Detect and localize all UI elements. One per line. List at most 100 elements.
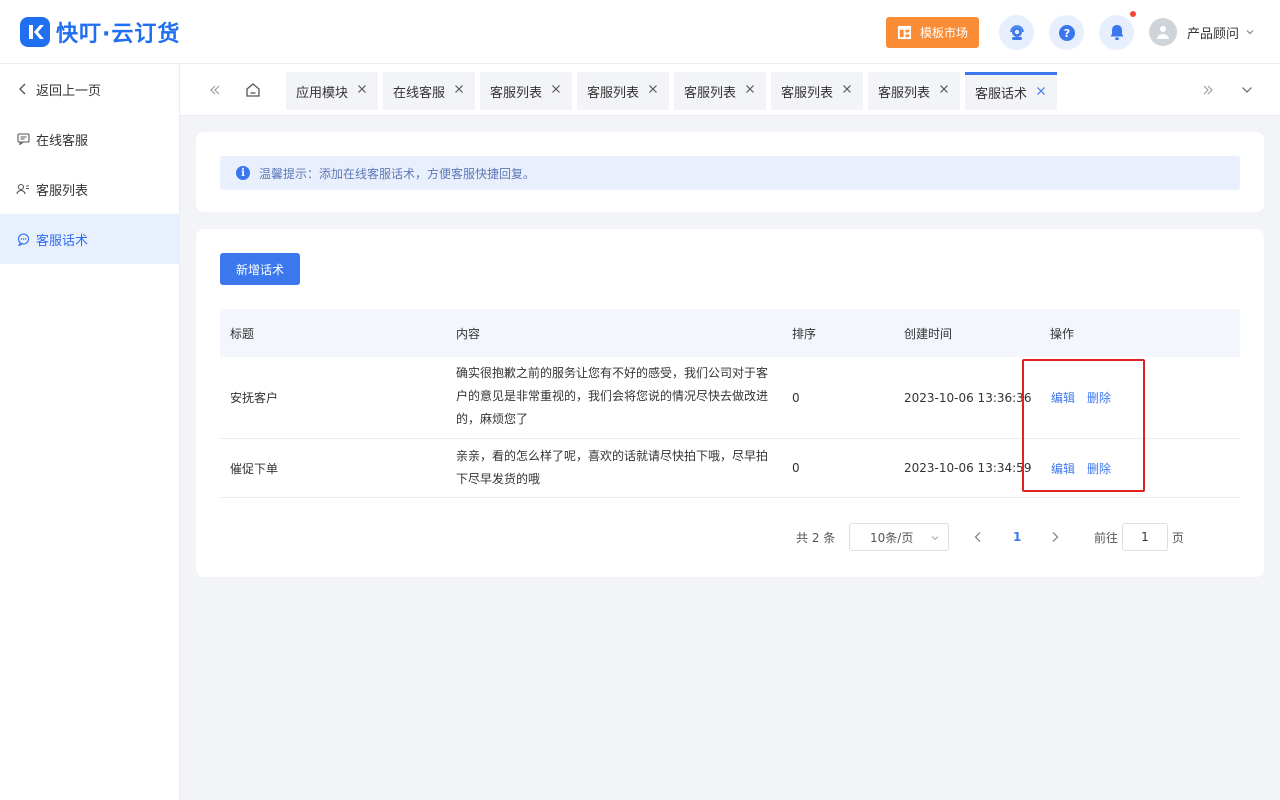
tab-label: 客服话术 [975, 87, 1028, 102]
chevron-down-icon[interactable] [1237, 80, 1257, 100]
sidebar: 返回上一页 在线客服 客服列表 客服话术 [0, 64, 180, 800]
row-created: 2023-10-06 13:34:59 [904, 461, 1032, 475]
tab-label: 客服列表 [490, 85, 543, 101]
tab-service-list[interactable]: 客服列表 [674, 72, 766, 110]
add-script-button[interactable]: 新增话术 [220, 253, 300, 285]
logo-mark-icon [20, 17, 50, 47]
bell-icon [1110, 25, 1123, 40]
tab-label: 客服列表 [587, 85, 640, 101]
double-chevron-right-icon[interactable] [1198, 80, 1218, 100]
tab-service-list[interactable]: 客服列表 [771, 72, 863, 110]
column-header-content: 内容 [456, 326, 481, 341]
tab-service-scripts[interactable]: 客服话术 [965, 72, 1057, 110]
page-suffix: 页 [1172, 530, 1185, 545]
logo-text: 快叮·云订货 [56, 22, 181, 47]
tip-card: i 温馨提示：添加在线客服话术，方便客服快捷回复。 [196, 132, 1264, 212]
tab-label: 客服列表 [878, 85, 931, 101]
actions-highlight-box [1022, 359, 1145, 492]
message-icon [16, 232, 30, 246]
row-content: 亲亲，看的怎么样了呢，喜欢的话就请尽快拍下哦，尽早拍 下尽早发货的哦 [456, 445, 778, 491]
sidebar-item-service-scripts[interactable]: 客服话术 [0, 214, 179, 264]
chevron-left-icon [970, 529, 986, 545]
row-title: 安抚客户 [230, 391, 279, 405]
tab-service-list[interactable]: 客服列表 [868, 72, 960, 110]
close-icon[interactable] [939, 84, 949, 94]
close-icon[interactable] [454, 84, 464, 94]
close-icon[interactable] [842, 84, 852, 94]
sidebar-item-online-service[interactable]: 在线客服 [0, 114, 179, 164]
row-sort: 0 [792, 390, 800, 405]
content-line: 的，麻烦您了 [456, 412, 529, 426]
template-icon [897, 25, 912, 40]
tab-label: 应用模块 [296, 85, 349, 101]
tab-app-modules[interactable]: 应用模块 [286, 72, 378, 110]
tab-label: 客服列表 [781, 85, 834, 101]
row-created: 2023-10-06 13:36:36 [904, 390, 1032, 405]
customer-service-icon [1009, 24, 1024, 40]
page-size-dropdown[interactable]: 10条/页 [849, 523, 949, 551]
tab-label: 客服列表 [684, 85, 737, 101]
back-button[interactable]: 返回上一页 [0, 64, 179, 114]
close-icon[interactable] [745, 84, 755, 94]
tab-online-service[interactable]: 在线客服 [383, 72, 475, 110]
pagination-total: 共 2 条 [796, 530, 836, 545]
help-button[interactable]: ? [1049, 15, 1084, 50]
template-market-button[interactable]: 模板市场 [886, 17, 979, 48]
users-icon [16, 182, 30, 196]
row-sort: 0 [792, 461, 800, 475]
goto-page-input[interactable] [1122, 523, 1168, 551]
close-icon[interactable] [648, 84, 658, 94]
goto-label: 前往 [1094, 530, 1119, 545]
row-title: 催促下单 [230, 461, 279, 476]
content-line: 户的意见是非常重视的，我们会将您说的情况尽快去做改进 [456, 389, 769, 403]
tab-label: 在线客服 [393, 85, 446, 101]
content-line: 确实很抱歉之前的服务让您有不好的感受，我们公司对于客 [456, 366, 769, 380]
chevron-down-icon [1246, 30, 1254, 35]
column-header-sort: 排序 [792, 326, 817, 341]
column-header-created: 创建时间 [904, 326, 953, 341]
back-label: 返回上一页 [36, 83, 102, 99]
double-chevron-left-icon[interactable] [205, 80, 225, 100]
close-icon[interactable] [551, 84, 561, 94]
top-header: 快叮·云订货 模板市场 ? 产品顾问 [0, 0, 1280, 64]
sidebar-item-label: 在线客服 [36, 133, 89, 149]
tip-banner: i 温馨提示：添加在线客服话术，方便客服快捷回复。 [220, 156, 1240, 190]
customer-service-button[interactable] [999, 15, 1034, 50]
goto-page [1122, 523, 1168, 551]
row-content: 确实很抱歉之前的服务让您有不好的感受，我们公司对于客 户的意见是非常重视的，我们… [456, 362, 778, 431]
help-icon: ? [1058, 24, 1075, 41]
notifications-button[interactable] [1099, 15, 1134, 50]
user-menu[interactable]: 产品顾问 [1149, 18, 1255, 46]
tab-list: 应用模块 在线客服 客服列表 客服列表 客服列表 客服列表 客服列表 客服话术 [286, 72, 1062, 110]
user-name: 产品顾问 [1187, 26, 1240, 42]
next-page-button[interactable] [1047, 523, 1063, 551]
tab-service-list[interactable]: 客服列表 [577, 72, 669, 110]
table-header: 标题 内容 排序 创建时间 操作 [220, 309, 1240, 357]
content-line: 下尽早发货的哦 [456, 472, 541, 486]
sidebar-item-service-list[interactable]: 客服列表 [0, 164, 179, 214]
sidebar-item-label: 客服话术 [36, 233, 89, 249]
sidebar-item-label: 客服列表 [36, 183, 89, 199]
current-page-number[interactable]: 1 [1013, 523, 1021, 551]
content-line: 亲亲，看的怎么样了呢，喜欢的话就请尽快拍下哦，尽早拍 [456, 449, 769, 463]
notification-dot [1130, 11, 1136, 17]
user-avatar-icon [1149, 18, 1177, 46]
chevron-right-icon [1047, 529, 1063, 545]
page-size-select[interactable]: 10条/页 [849, 523, 949, 551]
chat-icon [16, 132, 30, 146]
close-icon[interactable] [1036, 86, 1046, 96]
column-header-title: 标题 [230, 326, 255, 341]
template-market-label: 模板市场 [919, 26, 968, 40]
tip-text: 温馨提示：添加在线客服话术，方便客服快捷回复。 [259, 166, 536, 181]
prev-page-button[interactable] [970, 523, 986, 551]
tab-bar: 应用模块 在线客服 客服列表 客服列表 客服列表 客服列表 客服列表 客服话术 [180, 64, 1280, 116]
chevron-down-icon [931, 536, 939, 541]
tab-service-list[interactable]: 客服列表 [480, 72, 572, 110]
home-icon[interactable] [243, 80, 263, 100]
page-size-value: 10条/页 [870, 530, 914, 545]
chevron-left-icon [16, 82, 30, 96]
close-icon[interactable] [357, 84, 367, 94]
svg-text:?: ? [1063, 27, 1069, 40]
column-header-actions: 操作 [1050, 326, 1075, 341]
app-logo[interactable]: 快叮·云订货 [20, 17, 180, 47]
